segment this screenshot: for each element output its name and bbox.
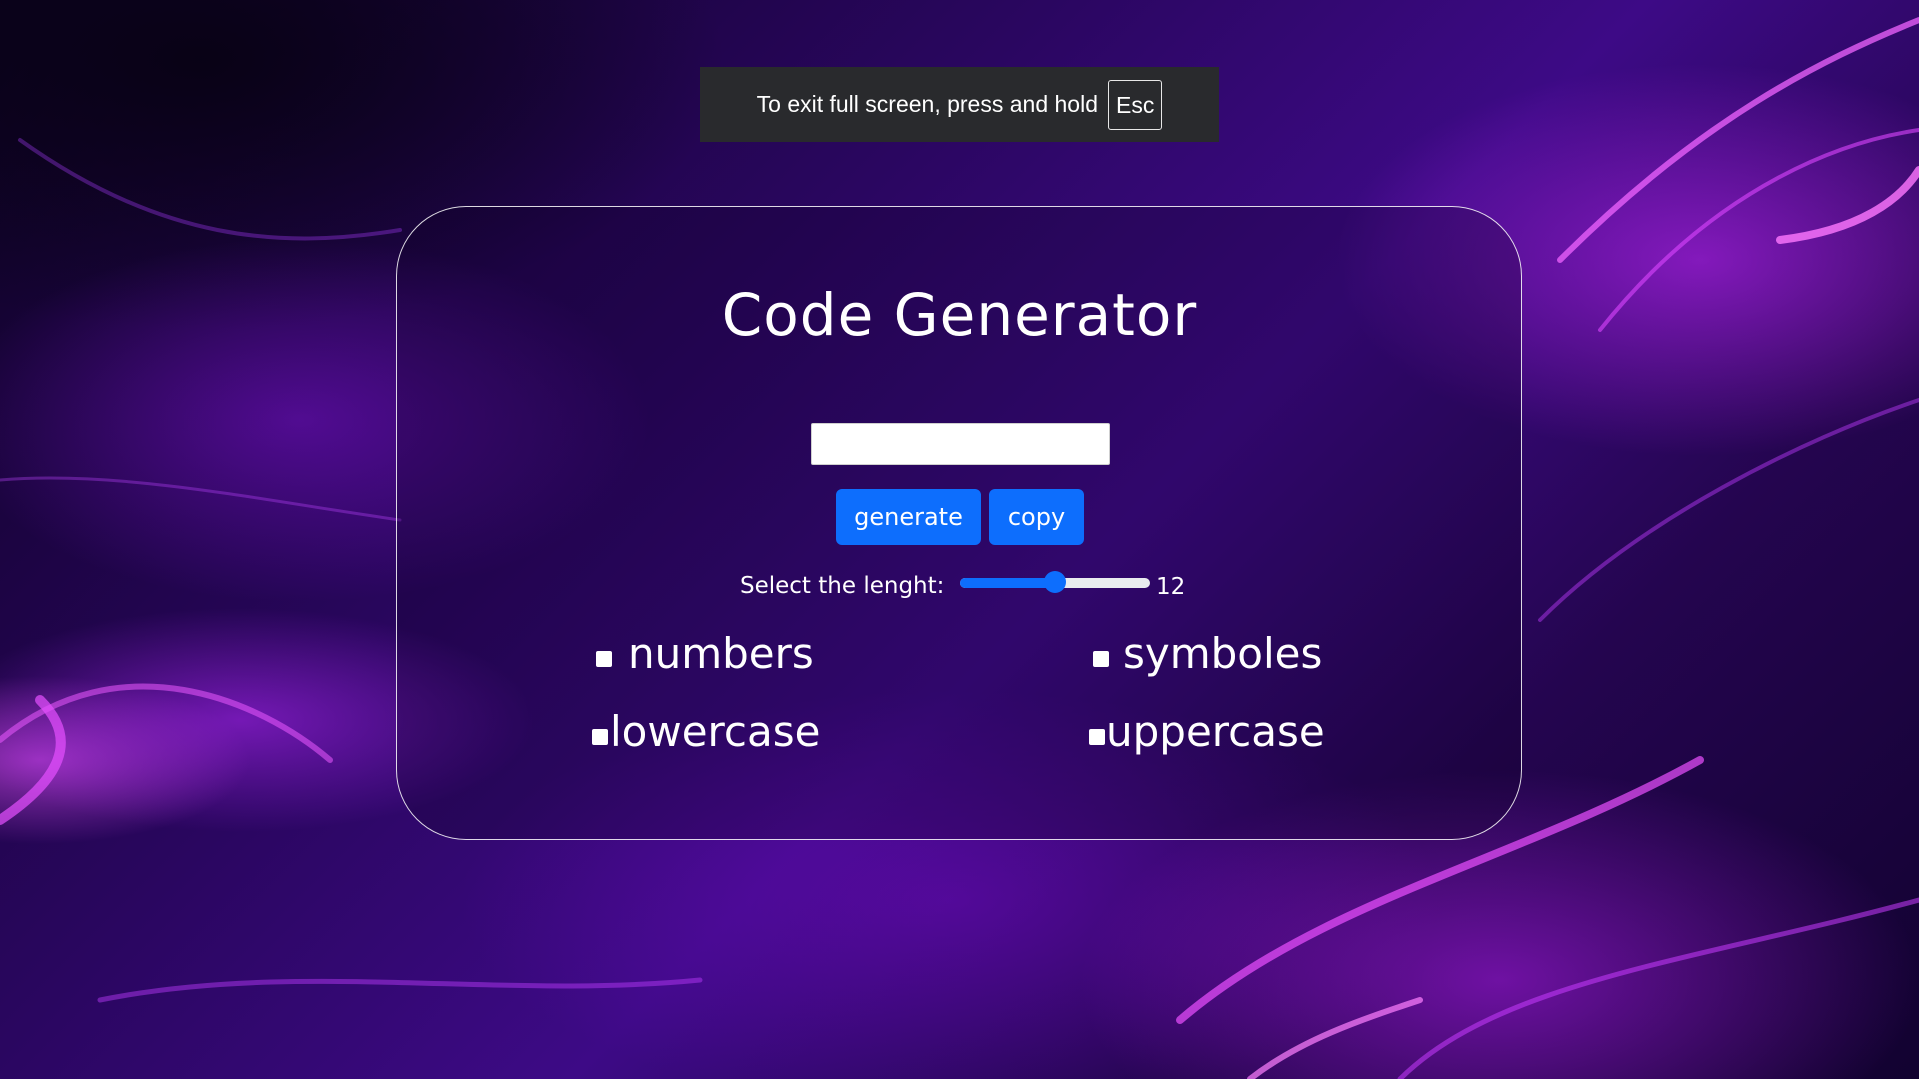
option-uppercase[interactable]: uppercase: [1089, 704, 1325, 760]
option-symboles[interactable]: symboles: [1093, 626, 1322, 682]
option-lowercase[interactable]: lowercase: [592, 704, 820, 760]
length-label: Select the lenght:: [740, 573, 945, 599]
uppercase-label: uppercase: [1106, 707, 1325, 756]
esc-key-hint: Esc: [1108, 79, 1163, 130]
lowercase-label: lowercase: [610, 707, 821, 756]
fullscreen-notice-text: To exit full screen, press and hold: [756, 91, 1098, 117]
page-title: Code Generator: [721, 281, 1198, 349]
symboles-checkbox[interactable]: [1093, 651, 1109, 667]
numbers-label: numbers: [628, 629, 814, 678]
generate-button[interactable]: generate: [836, 489, 981, 545]
slider-fill: [960, 578, 1055, 588]
lowercase-checkbox[interactable]: [592, 729, 608, 745]
option-numbers[interactable]: numbers: [596, 626, 814, 682]
uppercase-checkbox[interactable]: [1089, 729, 1105, 745]
length-value: 12: [1156, 574, 1186, 600]
copy-button[interactable]: copy: [989, 489, 1084, 545]
numbers-checkbox[interactable]: [596, 651, 612, 667]
slider-thumb[interactable]: [1044, 571, 1066, 593]
length-slider[interactable]: [960, 571, 1150, 593]
fullscreen-exit-notice: To exit full screen, press and hold Esc: [700, 67, 1219, 142]
symboles-label: symboles: [1123, 629, 1323, 678]
code-output-field[interactable]: [811, 423, 1110, 465]
